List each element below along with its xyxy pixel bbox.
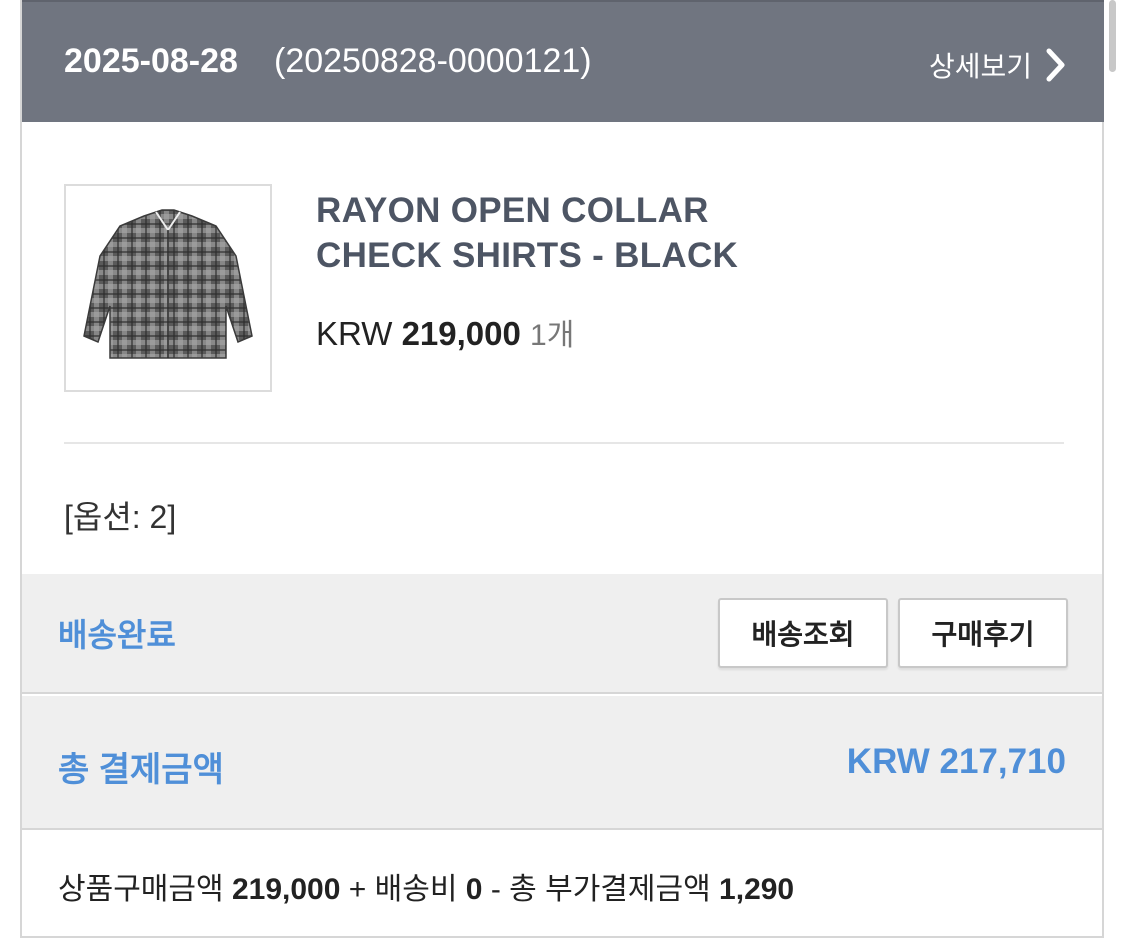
- extra-payment-label: 총 부가결제금액: [509, 873, 711, 906]
- plus-sign: +: [348, 873, 367, 906]
- product-thumbnail[interactable]: [64, 184, 272, 392]
- scrollbar[interactable]: [1109, 0, 1116, 72]
- shipping-fee-label: 배송비: [374, 873, 458, 906]
- order-date: 2025-08-28: [64, 42, 238, 80]
- view-detail-link[interactable]: 상세보기: [929, 42, 1066, 88]
- payment-breakdown: 상품구매금액 219,000 + 배송비 0 - 총 부가결제금액 1,290: [58, 864, 794, 908]
- price-currency: KRW: [316, 315, 393, 352]
- order-card: 2025-08-28 (20250828-0000121) 상세보기 RAYON…: [20, 0, 1104, 938]
- total-payment-bar: 총 결제금액 KRW 217,710: [22, 696, 1102, 830]
- order-header: 2025-08-28 (20250828-0000121) 상세보기: [22, 0, 1104, 122]
- extra-payment-value: 1,290: [719, 873, 795, 906]
- divider: [64, 442, 1064, 444]
- card-bottom-border: [22, 936, 1102, 938]
- plaid-shirt-image: [83, 209, 253, 359]
- product-amount-label: 상품구매금액: [58, 873, 224, 906]
- shipping-fee-value: 0: [465, 873, 483, 906]
- write-review-button[interactable]: 구매후기: [898, 598, 1068, 668]
- view-detail-label: 상세보기: [928, 51, 1032, 82]
- product-name-line-1: RAYON OPEN COLLAR: [316, 191, 709, 230]
- delivery-status-bar: 배송완료 배송조회 구매후기: [22, 574, 1102, 694]
- price-amount: 219,000: [401, 315, 521, 352]
- chevron-right-icon: [1046, 48, 1065, 82]
- minus-sign: -: [490, 873, 501, 906]
- price-row: KRW 219,000 1개: [316, 310, 574, 354]
- total-payment-label: 총 결제금액: [58, 751, 224, 789]
- track-delivery-button[interactable]: 배송조회: [718, 598, 888, 668]
- quantity: 1개: [530, 319, 575, 352]
- product-name[interactable]: RAYON OPEN COLLAR CHECK SHIRTS - BLACK: [316, 188, 776, 278]
- total-payment-amount: KRW 217,710: [846, 742, 1066, 781]
- order-number: (20250828-0000121): [274, 42, 592, 80]
- product-name-line-2: CHECK SHIRTS - BLACK: [316, 236, 739, 275]
- delivery-status: 배송완료: [58, 617, 176, 653]
- product-amount-value: 219,000: [231, 873, 341, 906]
- product-option: [옵션: 2]: [64, 499, 177, 535]
